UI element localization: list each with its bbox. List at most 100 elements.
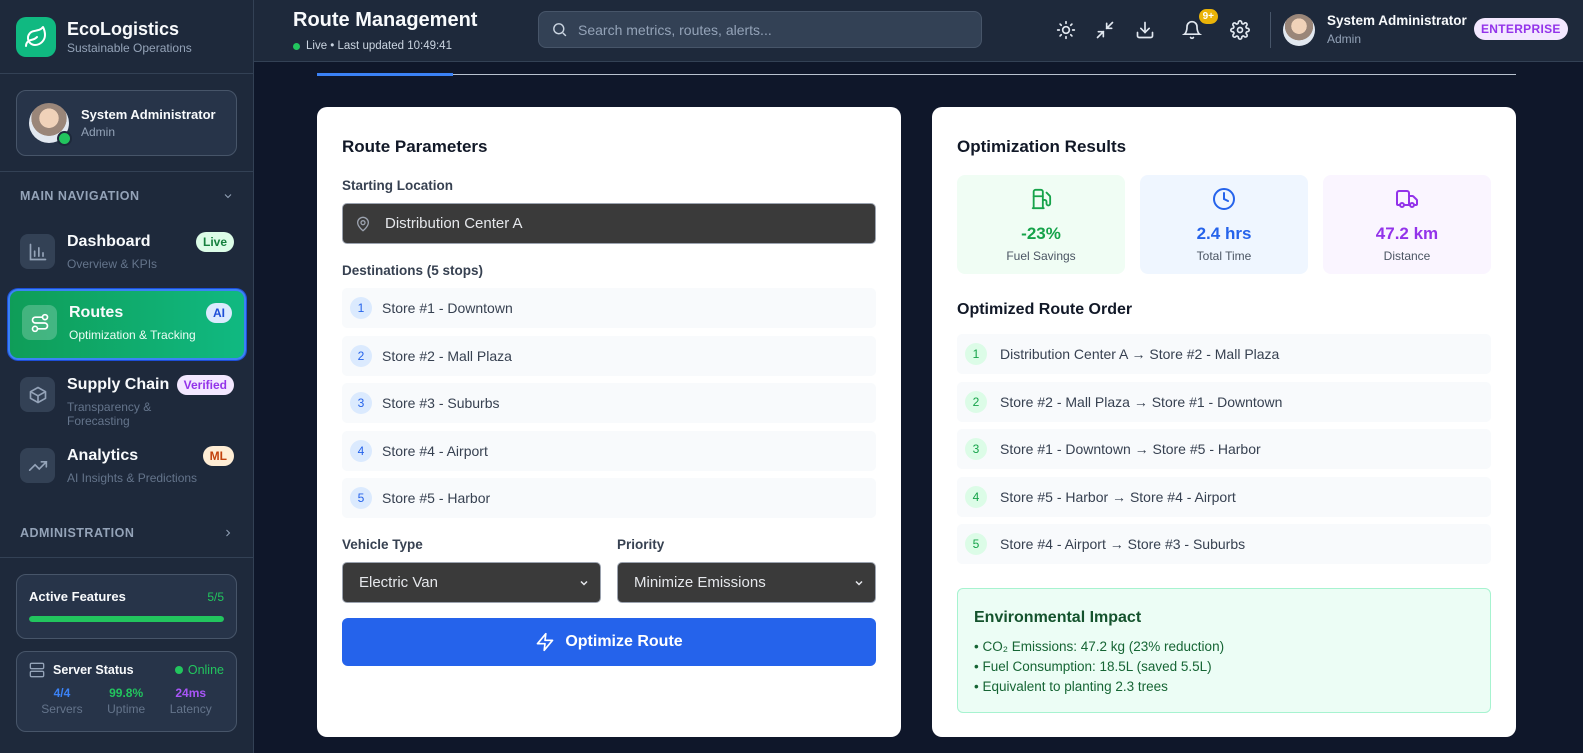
destination-item[interactable]: 1 Store #1 - Downtown <box>342 288 876 328</box>
search-input[interactable] <box>578 21 958 38</box>
theme-toggle-button[interactable] <box>1054 18 1078 42</box>
brand[interactable]: EcoLogistics Sustainable Operations <box>0 0 253 74</box>
notifications-button[interactable]: 9+ <box>1180 9 1218 42</box>
header-divider <box>1270 12 1271 48</box>
divider <box>0 171 254 172</box>
priority-select[interactable]: Minimize Emissions <box>617 562 876 603</box>
administration-toggle[interactable]: ADMINISTRATION <box>20 526 234 540</box>
search-icon <box>553 23 567 37</box>
destination-name: Store #2 - Mall Plaza <box>382 348 512 364</box>
route-parameters-card: Route Parameters Starting Location Distr… <box>317 107 901 737</box>
card-title: Optimization Results <box>957 137 1127 156</box>
destination-item[interactable]: 5 Store #5 - Harbor <box>342 478 876 518</box>
truck-icon <box>1396 190 1418 208</box>
administration-label: ADMINISTRATION <box>20 526 135 540</box>
stat-servers: 4/4 Servers <box>41 686 82 716</box>
route-step-text: Distribution Center A → Store #2 - Mall … <box>1000 346 1280 362</box>
vehicle-type-select[interactable]: Electric Van <box>342 562 601 603</box>
user-role: Admin <box>81 125 116 139</box>
sidebar-item-routes[interactable]: Routes Optimization & Tracking AI <box>8 289 246 360</box>
starting-location-value: Distribution Center A <box>385 215 523 232</box>
sun-icon <box>1056 20 1076 40</box>
chevron-down-icon <box>224 194 232 199</box>
top-header: Route Management Live • Last updated 10:… <box>254 0 1583 62</box>
sidebar-item-subtitle: Optimization & Tracking <box>69 328 196 342</box>
destination-item[interactable]: 4 Store #4 - Airport <box>342 431 876 471</box>
main-navigation-toggle[interactable]: MAIN NAVIGATION <box>20 189 234 203</box>
route-step: 4 Store #5 - Harbor → Store #4 - Airport <box>957 477 1491 517</box>
search-box[interactable] <box>538 11 982 48</box>
lightning-icon <box>536 632 554 652</box>
clock-icon <box>1213 188 1235 210</box>
chevron-down-icon <box>580 580 588 586</box>
route-step-number: 1 <box>965 343 987 365</box>
metric-fuel-savings: -23% Fuel Savings <box>957 175 1125 274</box>
sidebar-item-subtitle: AI Insights & Predictions <box>67 471 198 485</box>
user-card[interactable]: System Administrator Admin <box>16 90 237 156</box>
destination-number: 4 <box>350 440 372 462</box>
header-user-menu[interactable]: System Administrator Admin <box>1283 13 1467 46</box>
user-name: System Administrator <box>81 107 216 122</box>
environmental-impact-panel: Environmental Impact • CO₂ Emissions: 47… <box>957 588 1491 713</box>
chevron-down-icon <box>855 580 863 586</box>
sidebar-item-title: Routes <box>69 304 124 321</box>
sidebar-item-title: Analytics <box>67 447 139 464</box>
leaf-icon <box>16 16 56 57</box>
sidebar-item-supply-chain[interactable]: Supply Chain Transparency & Forecasting … <box>8 363 246 429</box>
impact-line: • Equivalent to planting 2.3 trees <box>974 679 1168 694</box>
starting-location-label: Starting Location <box>342 178 453 193</box>
impact-line: • CO₂ Emissions: 47.2 kg (23% reduction) <box>974 639 1225 654</box>
server-icon <box>29 662 45 678</box>
bell-icon <box>1182 20 1202 40</box>
route-step-text: Store #1 - Downtown → Store #5 - Harbor <box>1000 441 1261 457</box>
status-badge: AI <box>206 303 232 323</box>
route-step: 1 Distribution Center A → Store #2 - Mal… <box>957 334 1491 374</box>
header-user-name: System Administrator <box>1327 13 1467 28</box>
divider <box>0 557 254 558</box>
metric-value: 2.4 hrs <box>1196 224 1252 243</box>
live-status: Live • Last updated 10:49:41 <box>293 40 452 52</box>
map-pin-icon <box>356 216 370 232</box>
settings-button[interactable] <box>1228 18 1252 42</box>
metric-value: 47.2 km <box>1375 224 1439 243</box>
metric-total-time: 2.4 hrs Total Time <box>1140 175 1308 274</box>
minimize-button[interactable] <box>1093 18 1117 42</box>
trending-up-icon <box>20 448 55 483</box>
main-navigation-label: MAIN NAVIGATION <box>20 189 140 203</box>
download-button[interactable] <box>1133 18 1157 42</box>
vehicle-type-value: Electric Van <box>359 574 438 591</box>
online-indicator <box>57 131 72 146</box>
features-count: 5/5 <box>207 589 224 604</box>
vehicle-type-label: Vehicle Type <box>342 537 423 552</box>
destination-item[interactable]: 3 Store #3 - Suburbs <box>342 383 876 423</box>
destination-name: Store #1 - Downtown <box>382 300 513 316</box>
chevron-right-icon <box>226 529 231 537</box>
sidebar-item-analytics[interactable]: Analytics AI Insights & Predictions ML <box>8 434 246 500</box>
impact-line: • Fuel Consumption: 18.5L (saved 5.5L) <box>974 659 1212 674</box>
stat-value: 4/4 <box>53 686 71 700</box>
gear-icon <box>1230 20 1250 40</box>
live-dot <box>293 42 300 50</box>
destination-item[interactable]: 2 Store #2 - Mall Plaza <box>342 336 876 376</box>
metric-label: Fuel Savings <box>1006 249 1076 263</box>
route-step-text: Store #4 - Airport → Store #3 - Suburbs <box>1000 536 1246 552</box>
sidebar-item-dashboard[interactable]: Dashboard Overview & KPIs Live <box>8 220 246 286</box>
route-step-number: 4 <box>965 486 987 508</box>
sidebar-item-subtitle: Overview & KPIs <box>67 257 158 271</box>
destinations-label: Destinations (5 stops) <box>342 263 484 278</box>
route-step-text: Store #2 - Mall Plaza → Store #1 - Downt… <box>1000 394 1283 410</box>
starting-location-input[interactable]: Distribution Center A <box>342 203 876 244</box>
destination-number: 1 <box>350 297 372 319</box>
metric-distance: 47.2 km Distance <box>1323 175 1491 274</box>
tab-active-indicator[interactable] <box>317 73 453 76</box>
route-step: 3 Store #1 - Downtown → Store #5 - Harbo… <box>957 429 1491 469</box>
server-status-card: Server Status Online 4/4 Servers 99.8% U… <box>16 651 237 732</box>
route-step-number: 5 <box>965 533 987 555</box>
plan-badge: ENTERPRISE <box>1474 18 1568 40</box>
destination-name: Store #3 - Suburbs <box>382 395 500 411</box>
destination-number: 5 <box>350 487 372 509</box>
optimization-results-card: Optimization Results -23% Fuel Savings 2… <box>932 107 1516 737</box>
route-icon <box>22 305 57 340</box>
optimize-route-button[interactable]: Optimize Route <box>342 618 876 666</box>
features-title: Active Features <box>29 589 126 604</box>
